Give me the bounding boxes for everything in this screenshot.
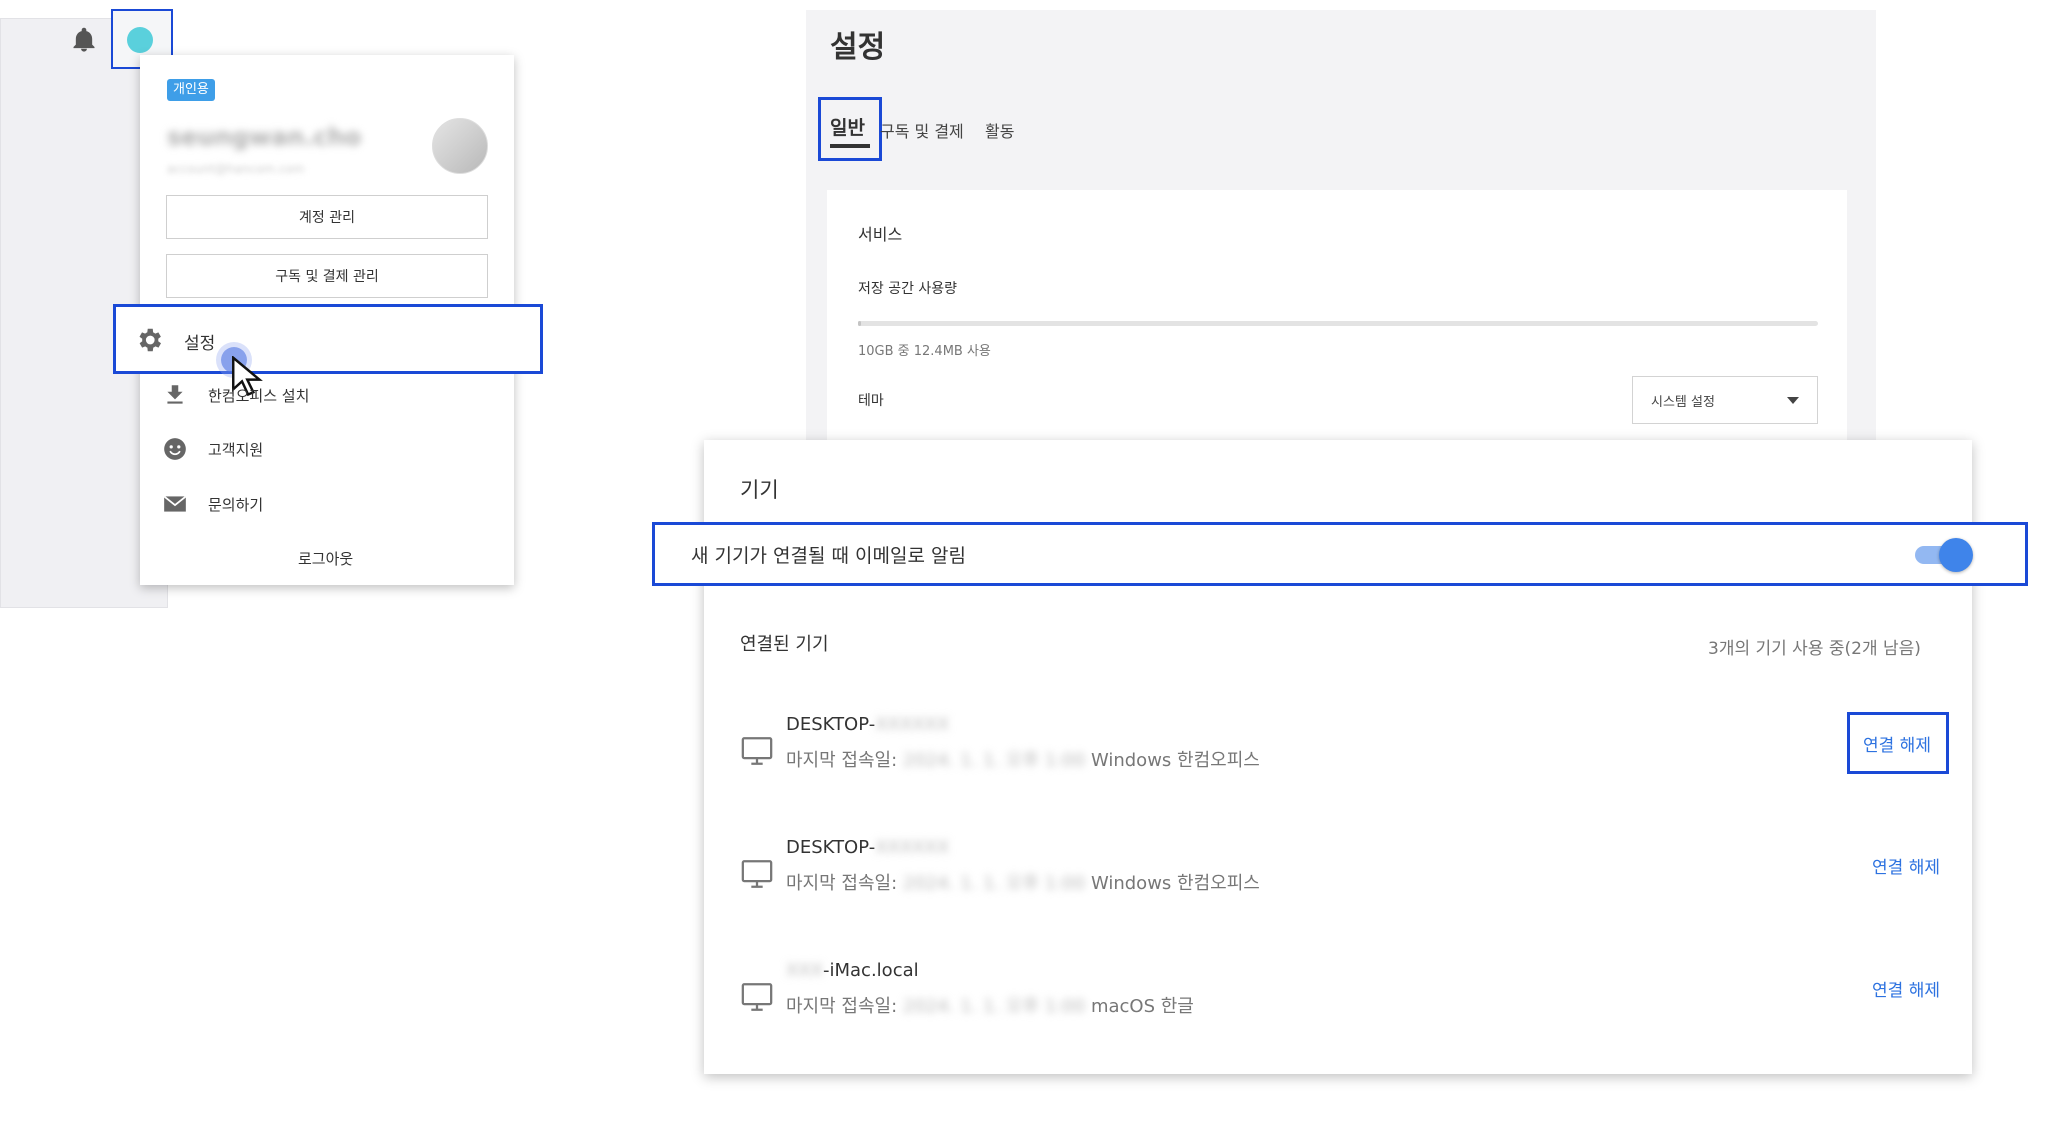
- smiley-icon: [164, 438, 186, 460]
- theme-select[interactable]: 시스템 설정: [1632, 376, 1818, 424]
- toggle-knob: [1939, 538, 1973, 572]
- storage-progress-bar: [858, 321, 1818, 326]
- last-access-label: 마지막 접속일:: [786, 750, 898, 771]
- disconnect-button[interactable]: 연결 해제: [1872, 976, 1940, 1001]
- gear-icon: [139, 328, 161, 352]
- disconnect-button[interactable]: 연결 해제: [1872, 853, 1940, 878]
- bell-icon[interactable]: [70, 26, 98, 54]
- menu-item-settings-label: 설정: [184, 334, 216, 354]
- tab-general[interactable]: 일반: [818, 97, 882, 161]
- device-last-access: 마지막 접속일: 2024. 1. 1. 오후 1:00 macOS 한글: [786, 992, 1194, 1018]
- storage-usage-label: 저장 공간 사용량: [858, 281, 958, 297]
- device-name-prefix: DESKTOP-: [786, 714, 876, 735]
- service-section-title: 서비스: [858, 225, 903, 244]
- device-name: XXX-iMac.local: [786, 960, 919, 981]
- theme-label: 테마: [858, 393, 884, 409]
- last-access-label: 마지막 접속일:: [786, 996, 898, 1017]
- device-name-redacted: XXX: [786, 960, 823, 981]
- user-name: seungwan.cho: [167, 123, 362, 151]
- storage-usage-text: 10GB 중 12.4MB 사용: [858, 344, 991, 359]
- last-access-redacted: 2024. 1. 1. 오후 1:00: [902, 996, 1086, 1017]
- device-platform: Windows 한컴오피스: [1090, 750, 1260, 771]
- account-management-button[interactable]: 계정 관리: [166, 195, 488, 239]
- disconnect-button-highlight[interactable]: 연결 해제: [1847, 712, 1949, 774]
- device-row: DESKTOP-XXXXXX 마지막 접속일: 2024. 1. 1. 오후 1…: [740, 837, 1940, 917]
- mail-icon: [163, 495, 187, 512]
- menu-item-support[interactable]: 고객지원: [162, 434, 263, 464]
- menu-item-contact-label: 문의하기: [208, 495, 264, 514]
- disconnect-button[interactable]: 연결 해제: [1863, 731, 1931, 756]
- device-name: DESKTOP-XXXXXX: [786, 714, 949, 735]
- device-last-access: 마지막 접속일: 2024. 1. 1. 오후 1:00 Windows 한컴오…: [786, 746, 1260, 772]
- connected-devices-title: 연결된 기기: [740, 634, 829, 655]
- active-tab-underline: [830, 144, 870, 148]
- devices-section-title: 기기: [740, 478, 779, 502]
- monitor-icon: [741, 737, 773, 765]
- device-platform: macOS 한글: [1090, 996, 1194, 1017]
- page-title: 설정: [830, 30, 886, 65]
- profile-avatar: [432, 118, 488, 174]
- menu-item-settings[interactable]: 설정: [113, 304, 543, 374]
- new-device-notify-toggle[interactable]: [1911, 537, 1973, 572]
- user-email: account@hancom.com: [167, 162, 305, 176]
- device-count-text: 3개의 기기 사용 중(2개 남음): [1708, 639, 1921, 659]
- new-device-notify-label: 새 기기가 연결될 때 이메일로 알림: [691, 545, 966, 567]
- plan-badge: 개인용: [167, 79, 215, 101]
- storage-progress-fill: [858, 321, 861, 326]
- new-device-notify-row: 새 기기가 연결될 때 이메일로 알림: [652, 522, 2028, 586]
- tab-activity[interactable]: 활동: [985, 118, 1014, 142]
- monitor-icon: [741, 860, 773, 888]
- last-access-label: 마지막 접속일:: [786, 873, 898, 894]
- tab-general-label: 일반: [830, 117, 865, 139]
- subscription-management-button[interactable]: 구독 및 결제 관리: [166, 254, 488, 298]
- theme-select-value: 시스템 설정: [1651, 395, 1715, 410]
- device-name-suffix: -iMac.local: [823, 960, 919, 981]
- last-access-redacted: 2024. 1. 1. 오후 1:00: [902, 750, 1086, 771]
- device-name-prefix: DESKTOP-: [786, 837, 876, 858]
- device-name-redacted: XXXXXX: [875, 714, 950, 735]
- device-row: DESKTOP-XXXXXX 마지막 접속일: 2024. 1. 1. 오후 1…: [740, 714, 1940, 794]
- monitor-icon: [741, 983, 773, 1011]
- device-row: XXX-iMac.local 마지막 접속일: 2024. 1. 1. 오후 1…: [740, 960, 1940, 1040]
- device-platform: Windows 한컴오피스: [1090, 873, 1260, 894]
- menu-item-install-label: 한컴오피스 설치: [208, 386, 310, 405]
- device-name-redacted: XXXXXX: [875, 837, 950, 858]
- device-last-access: 마지막 접속일: 2024. 1. 1. 오후 1:00 Windows 한컴오…: [786, 869, 1260, 895]
- menu-item-contact[interactable]: 문의하기: [162, 489, 263, 519]
- logout-button[interactable]: 로그아웃: [298, 548, 353, 569]
- tab-billing[interactable]: 구독 및 결제: [880, 118, 964, 142]
- device-name: DESKTOP-XXXXXX: [786, 837, 949, 858]
- last-access-redacted: 2024. 1. 1. 오후 1:00: [902, 873, 1086, 894]
- download-icon: [167, 385, 183, 404]
- chevron-down-icon: [1787, 397, 1799, 404]
- avatar-icon[interactable]: [127, 27, 153, 53]
- menu-item-install[interactable]: 한컴오피스 설치: [162, 380, 309, 410]
- menu-item-support-label: 고객지원: [208, 440, 264, 459]
